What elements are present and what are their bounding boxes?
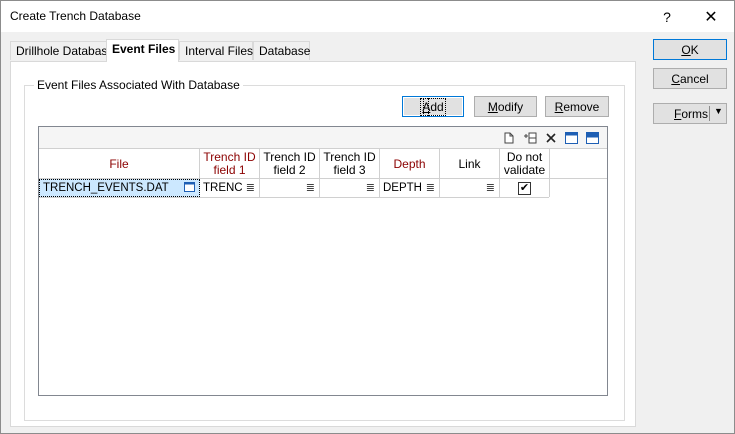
window-icon[interactable]	[563, 130, 579, 146]
grid-toolbar	[39, 127, 607, 149]
cell-depth[interactable]: DEPTH ≣	[380, 179, 440, 197]
dialog-window: Create Trench Database ? ✕ Drillhole Dat…	[0, 0, 735, 434]
list-icon[interactable]: ≣	[426, 181, 435, 194]
tab-database[interactable]: Database	[253, 41, 310, 60]
list-icon[interactable]: ≣	[366, 181, 375, 194]
modify-button[interactable]: Modify	[474, 96, 537, 117]
add-button[interactable]: Add	[402, 96, 464, 117]
cell-file[interactable]: TRENCH_EVENTS.DAT	[39, 179, 200, 197]
list-icon[interactable]: ≣	[306, 181, 315, 194]
remove-button[interactable]: Remove	[545, 96, 609, 117]
header-do-not-validate[interactable]: Do not validate	[500, 149, 550, 179]
browse-icon[interactable]	[184, 182, 195, 195]
group-label: Event Files Associated With Database	[34, 78, 243, 92]
header-trench-id-2[interactable]: Trench ID field 2	[260, 149, 320, 179]
cell-trench-id-3[interactable]: ≣	[320, 179, 380, 197]
list-icon[interactable]: ≣	[486, 181, 495, 194]
ok-button[interactable]: OK	[653, 39, 727, 60]
help-button[interactable]: ?	[647, 1, 687, 32]
event-files-grid[interactable]: File Trench ID field 1 Trench ID field 2 T…	[38, 126, 608, 396]
cell-trench-id-2[interactable]: ≣	[260, 179, 320, 197]
header-trench-id-1[interactable]: Trench ID field 1	[200, 149, 260, 179]
insert-row-icon[interactable]	[522, 130, 538, 146]
table-row[interactable]: TRENCH_EVENTS.DAT TRENC ≣ ≣ ≣ DEPTH ≣ ≣ …	[39, 179, 550, 198]
close-button[interactable]: ✕	[691, 1, 731, 32]
cell-link[interactable]: ≣	[440, 179, 500, 197]
tab-interval-files[interactable]: Interval Files	[179, 41, 253, 60]
title-bar: Create Trench Database ? ✕	[1, 1, 734, 32]
forms-button[interactable]: Forms ▼	[653, 103, 727, 124]
panel-icon[interactable]	[584, 130, 600, 146]
tab-event-files[interactable]: Event Files	[106, 39, 179, 62]
header-file[interactable]: File	[39, 149, 200, 179]
delete-icon[interactable]	[543, 130, 559, 146]
chevron-down-icon[interactable]: ▼	[714, 106, 723, 116]
forms-separator	[709, 106, 710, 121]
grid-header: File Trench ID field 1 Trench ID field 2 T…	[39, 149, 607, 179]
cell-do-not-validate[interactable]: ✔	[500, 179, 550, 197]
window-title: Create Trench Database	[10, 9, 141, 23]
new-row-icon[interactable]	[501, 130, 517, 146]
header-link[interactable]: Link	[440, 149, 500, 179]
cancel-button[interactable]: Cancel	[653, 68, 727, 89]
header-depth[interactable]: Depth	[380, 149, 440, 179]
event-files-panel: Event Files Associated With Database Add…	[10, 61, 636, 427]
tab-drillhole-database[interactable]: Drillhole Database	[10, 41, 114, 60]
header-trench-id-3[interactable]: Trench ID field 3	[320, 149, 380, 179]
do-not-validate-checkbox[interactable]: ✔	[518, 181, 531, 195]
cell-trench-id-1[interactable]: TRENC ≣	[200, 179, 260, 197]
list-icon[interactable]: ≣	[246, 181, 255, 194]
